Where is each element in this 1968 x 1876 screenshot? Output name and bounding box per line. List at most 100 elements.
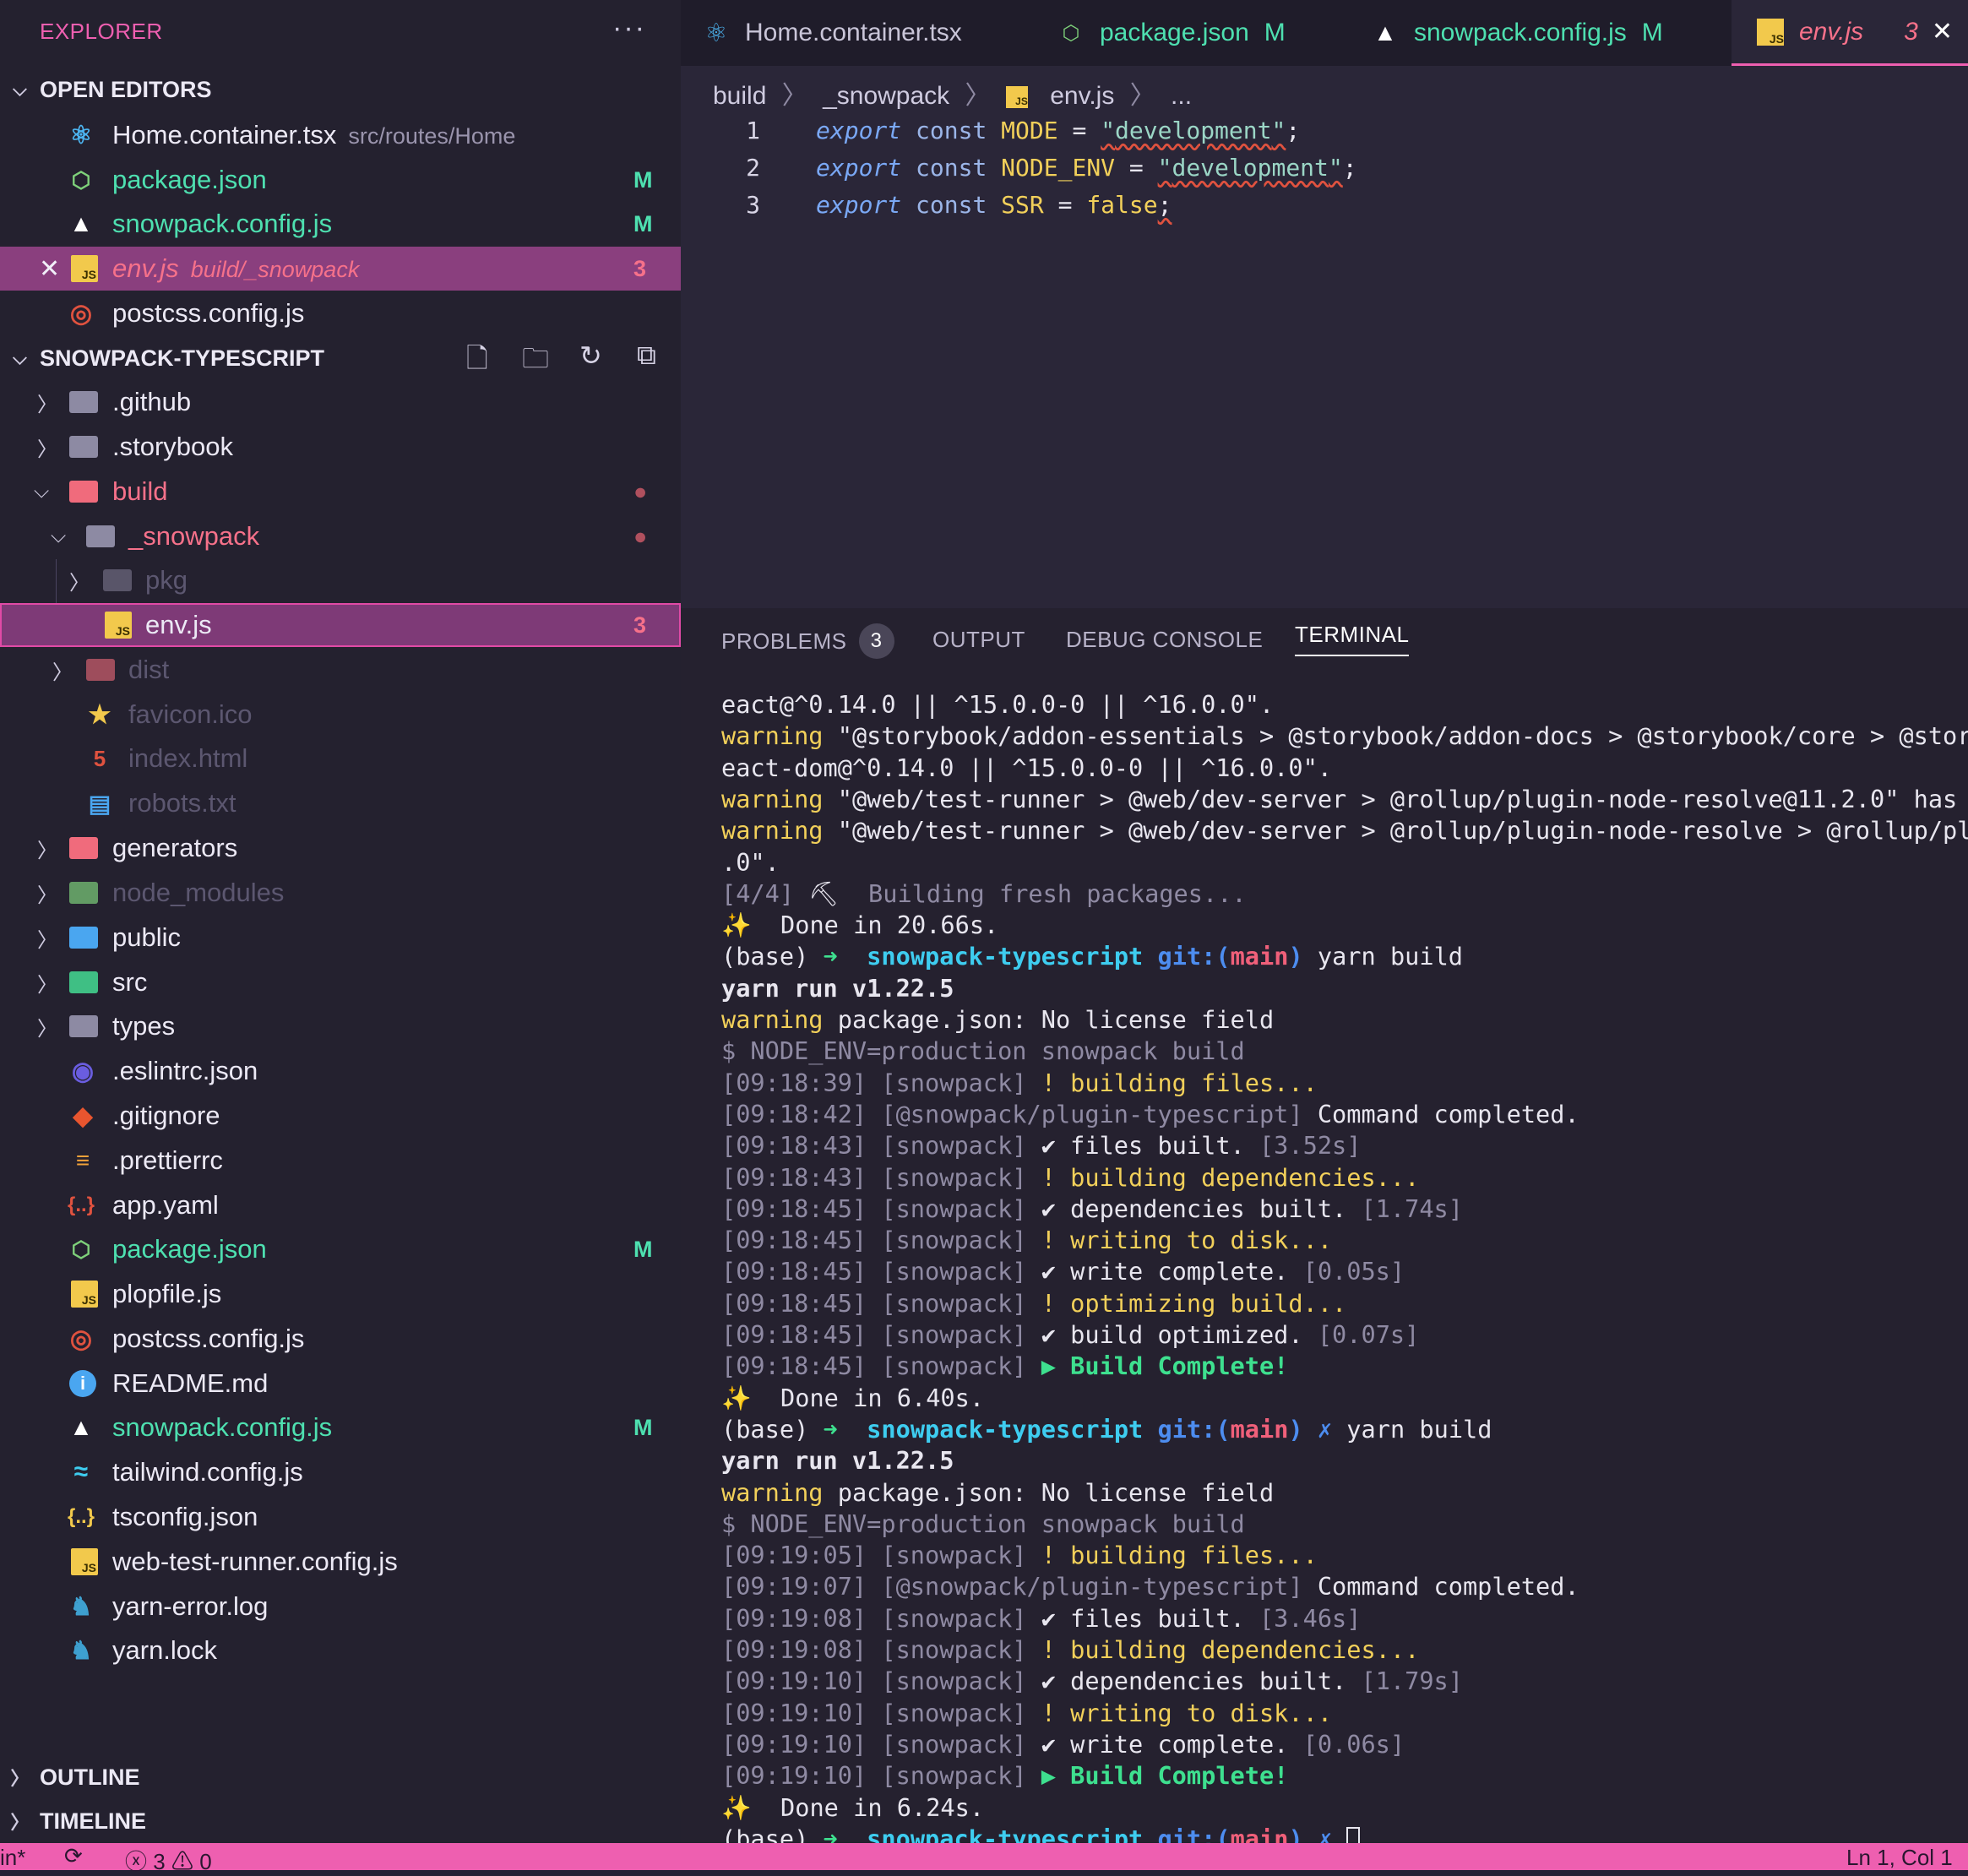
chevron-down-icon: ⌵ [51,525,67,547]
tree-item-folder[interactable]: 〉 pkg [0,558,681,602]
tab-label: package.json [1100,19,1249,46]
open-editor-item[interactable]: ▲ snowpack.config.js M [0,202,681,246]
close-icon[interactable]: ✕ [1932,17,1953,46]
tree-item-file[interactable]: ★ favicon.ico [0,693,681,737]
chevron-right-icon: 〉 [10,1812,30,1833]
tab-label: snowpack.config.js [1414,19,1627,46]
public-folder-icon [69,927,98,949]
code-line[interactable]: 3 export const SSR = false; [681,186,1172,223]
open-editor-label: package.json [112,165,267,194]
tree-item-folder[interactable]: 〉 node_modules [0,871,681,915]
open-editor-item[interactable]: ⚛ Home.container.tsx src/routes/Home [0,113,681,157]
sync-icon[interactable]: ⟳ [64,1843,83,1869]
javascript-icon: JS [105,612,132,639]
terminal-line: ✨ Done in 20.66s. [721,911,999,940]
tab-label: PROBLEMS [721,628,847,654]
tab-env-js[interactable]: JS env.js 3 ✕ [1732,0,1968,66]
outline-header[interactable]: 〉 OUTLINE [0,1760,139,1794]
code-line[interactable]: 2 export const NODE_ENV = "development"; [681,149,1356,186]
open-editor-item[interactable]: ⬡ package.json M [0,158,681,202]
tree-item-label: postcss.config.js [112,1324,305,1353]
breadcrumb-item[interactable]: ... [1171,82,1192,110]
chevron-down-icon: ⌵ [34,480,50,503]
tree-item-folder[interactable]: ⌵ build ● [0,470,681,514]
tree-item-folder[interactable]: 〉 generators [0,826,681,870]
chevron-right-icon: 〉 [37,973,57,997]
line-number: 1 [746,116,760,144]
tree-item-file[interactable]: ▤ robots.txt [0,781,681,825]
tab-home-container[interactable]: ⚛ Home.container.tsx [703,0,962,66]
tree-item-folder[interactable]: 〉 src [0,960,681,1004]
close-icon[interactable]: ✕ [39,254,60,284]
open-editor-label: Home.container.tsx src/routes/Home [112,120,516,150]
code-line[interactable]: 1 export const MODE = "development"; [681,111,1300,149]
terminal-line: [09:18:45] [snowpack] ▶ Build Complete! [721,1351,1289,1381]
terminal-line: [4/4] ⛏ Building fresh packages... [721,878,1247,908]
open-editors-header[interactable]: ⌵ OPEN EDITORS [0,73,211,106]
new-file-icon[interactable]: 🗋 [466,340,488,385]
tree-item-file[interactable]: ◆ .gitignore [0,1094,681,1138]
tree-item-folder[interactable]: 〉 .storybook [0,425,681,469]
tree-item-file[interactable]: ♞ yarn.lock [0,1629,681,1672]
react-icon: ⚛ [69,121,93,150]
project-header[interactable]: ⌵ SNOWPACK-TYPESCRIPT [0,341,324,375]
tab-terminal[interactable]: TERMINAL [1295,622,1410,656]
breadcrumb-item[interactable]: build [713,82,766,110]
tree-item-file[interactable]: ▲ snowpack.config.js M [0,1406,681,1449]
tree-item-file[interactable]: ⬡ package.json M [0,1227,681,1271]
folder-icon [69,436,98,458]
tree-item-file[interactable]: i README.md [0,1362,681,1406]
refresh-icon[interactable]: ↻ [579,340,602,372]
tree-item-file[interactable]: ≈ tailwind.config.js [0,1450,681,1494]
terminal-line: [09:18:43] [snowpack] ✔ files built. [3.… [721,1131,1362,1161]
new-folder-icon[interactable]: 🗀 [522,340,549,385]
more-actions-icon[interactable]: ··· [612,12,646,45]
chevron-right-icon: 〉 [10,1768,30,1789]
timeline-header[interactable]: 〉 TIMELINE [0,1804,146,1838]
tree-item-file[interactable]: {..} app.yaml [0,1183,681,1227]
tab-output[interactable]: OUTPUT [932,622,1025,657]
tree-item-file-selected[interactable]: JS env.js 3 [0,603,681,647]
breadcrumb-item[interactable]: env.js [1050,82,1114,110]
chevron-right-icon: 〉 [37,1017,57,1041]
tree-item-folder[interactable]: 〉 dist [0,648,681,692]
tree-item-label: app.yaml [112,1190,219,1220]
tree-item-label: node_modules [112,878,285,907]
tree-item-label: .gitignore [112,1101,220,1130]
tree-item-label: .eslintrc.json [112,1056,258,1085]
git-branch-status[interactable]: in* [0,1845,25,1871]
collapse-all-icon[interactable]: ⧉ [637,340,656,372]
tree-item-folder[interactable]: 〉 types [0,1004,681,1048]
snowpack-icon: ▲ [1373,19,1397,46]
star-icon: ★ [88,700,111,729]
open-editor-item[interactable]: ◎ postcss.config.js [0,291,681,335]
terminal-line: yarn run v1.22.5 [721,973,954,1003]
tree-item-file[interactable]: 5 index.html [0,737,681,780]
terminal-line: [09:18:43] [snowpack] ! building depende… [721,1162,1420,1192]
problems-status[interactable]: ⓧ 3 ⚠ 0 [125,1845,212,1876]
tree-item-folder[interactable]: 〉 .github [0,380,681,424]
breadcrumb-item[interactable]: _snowpack [823,82,949,110]
code-editor[interactable]: build 〉 _snowpack 〉 JS env.js 〉 ... 1 ex… [681,66,1968,608]
tree-item-folder[interactable]: 〉 public [0,916,681,960]
javascript-icon: JS [71,1281,98,1308]
nodejs-icon: ⬡ [1062,21,1080,45]
build-folder-icon [69,481,98,503]
tree-item-file[interactable]: ≡ .prettierrc [0,1139,681,1183]
open-editor-item-active[interactable]: ✕ JS env.js build/_snowpack 3 [0,247,681,291]
tree-item-folder[interactable]: ⌵ _snowpack ● [0,514,681,558]
error-icon: ⓧ [125,1849,148,1874]
tab-problems[interactable]: PROBLEMS 3 [721,623,894,659]
tree-item-file[interactable]: ◎ postcss.config.js [0,1317,681,1361]
terminal-line: ✨ Done in 6.40s. [721,1383,985,1412]
tab-snowpack-config[interactable]: ▲ snowpack.config.js M [1372,0,1663,66]
tree-item-file[interactable]: {..} tsconfig.json [0,1495,681,1539]
tailwind-icon: ≈ [73,1458,89,1486]
cursor-position[interactable]: Ln 1, Col 1 [1846,1845,1953,1871]
tab-debug-console[interactable]: DEBUG CONSOLE [1066,622,1263,657]
tree-item-file[interactable]: JS plopfile.js [0,1272,681,1316]
tab-package-json[interactable]: ⬡ package.json M [1057,0,1286,66]
tree-item-file[interactable]: ♞ yarn-error.log [0,1585,681,1629]
tree-item-file[interactable]: JS web-test-runner.config.js [0,1540,681,1584]
tree-item-file[interactable]: ◉ .eslintrc.json [0,1049,681,1093]
